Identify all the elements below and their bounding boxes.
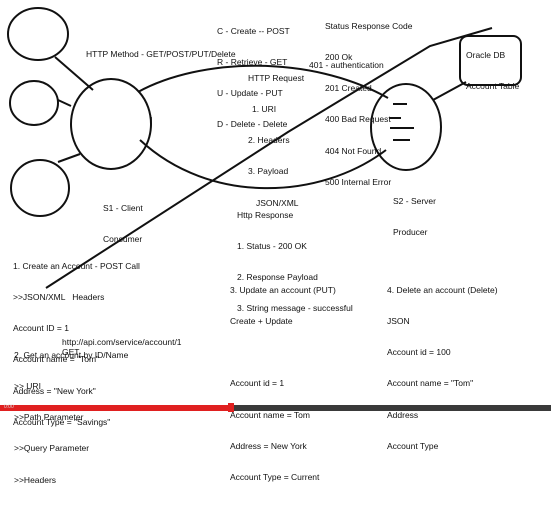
- create-title: 1. Create an Account - POST Call: [13, 260, 140, 271]
- http-request-headers: 2. Headers: [248, 135, 290, 146]
- link-db-server: [432, 81, 467, 101]
- status-201: 201 Created: [325, 83, 372, 94]
- server-title: S2 - Server: [393, 195, 436, 206]
- delete-address: Address: [387, 409, 419, 420]
- delete-account-type: Account Type: [387, 440, 439, 451]
- status-404: 404 Not Found: [325, 145, 382, 156]
- oracle-db-label: Oracle DB Account Table: [466, 29, 519, 112]
- http-response-status: 1. Status - 200 OK: [237, 241, 307, 252]
- small-circle-middle: [9, 80, 59, 126]
- update-account-notes: 3. Update an account (PUT) Create + Upda…: [230, 264, 336, 503]
- update-account-name: Account name = Tom: [230, 409, 310, 420]
- status-codes-title: Status Response Code: [325, 20, 413, 31]
- status-400: 400 Bad Request: [325, 114, 391, 125]
- server-role: Producer: [393, 227, 428, 238]
- link-middle-circle: [57, 99, 72, 107]
- link-bottom-circle: [57, 153, 81, 163]
- update-subtitle: Create + Update: [230, 316, 293, 327]
- video-time-label: 0:00: [4, 404, 14, 410]
- client-title: S1 - Client: [103, 202, 143, 213]
- get-uri: >> URI: [14, 381, 41, 392]
- update-address: Address = New York: [230, 440, 307, 451]
- update-title: 3. Update an account (PUT): [230, 284, 336, 295]
- crud-create: C - Create -- POST: [217, 25, 290, 36]
- delete-account-name: Account name = "Tom": [387, 378, 474, 389]
- update-spacer: [230, 347, 336, 357]
- whiteboard-canvas: HTTP Method - GET/POST/PUT/Delete C - Cr…: [0, 0, 551, 485]
- small-circle-bottom: [10, 159, 70, 217]
- http-method-title: HTTP Method - GET/POST/PUT/Delete: [86, 49, 236, 59]
- status-401: 401 - authentication: [309, 60, 384, 70]
- get-verb: GET: [62, 347, 80, 357]
- get-headers: >>Headers: [14, 474, 57, 485]
- link-top-circle: [54, 56, 94, 91]
- http-request-title: HTTP Request: [248, 72, 305, 83]
- small-circle-top: [7, 7, 69, 61]
- http-request-payload: 3. Payload: [248, 166, 289, 177]
- server-label: S2 - Server Producer: [393, 175, 436, 258]
- oracle-db-title: Oracle DB: [466, 49, 506, 60]
- update-account-type: Account Type = Current: [230, 472, 320, 483]
- http-response-title: Http Response: [237, 209, 294, 220]
- get-url: http://api.com/service/account/1: [62, 337, 182, 347]
- video-progress-played: [0, 405, 232, 411]
- delete-account-id: Account id = 100: [387, 347, 451, 358]
- http-request-uri: 1. URI: [252, 104, 277, 115]
- delete-format: JSON: [387, 316, 410, 327]
- delete-title: 4. Delete an account (Delete): [387, 284, 498, 295]
- update-account-id: Account id = 1: [230, 378, 285, 389]
- get-query-parameter: >>Query Parameter: [14, 443, 90, 454]
- text-cursor: I: [150, 116, 153, 127]
- video-progress-bar[interactable]: 0:00: [0, 403, 551, 412]
- delete-account-notes: 4. Delete an account (Delete) JSON Accou…: [387, 264, 498, 472]
- create-format: >>JSON/XML Headers: [13, 292, 105, 303]
- oracle-db-table: Account Table: [466, 81, 520, 92]
- get-path-parameter: >>Path Parameter: [14, 412, 84, 423]
